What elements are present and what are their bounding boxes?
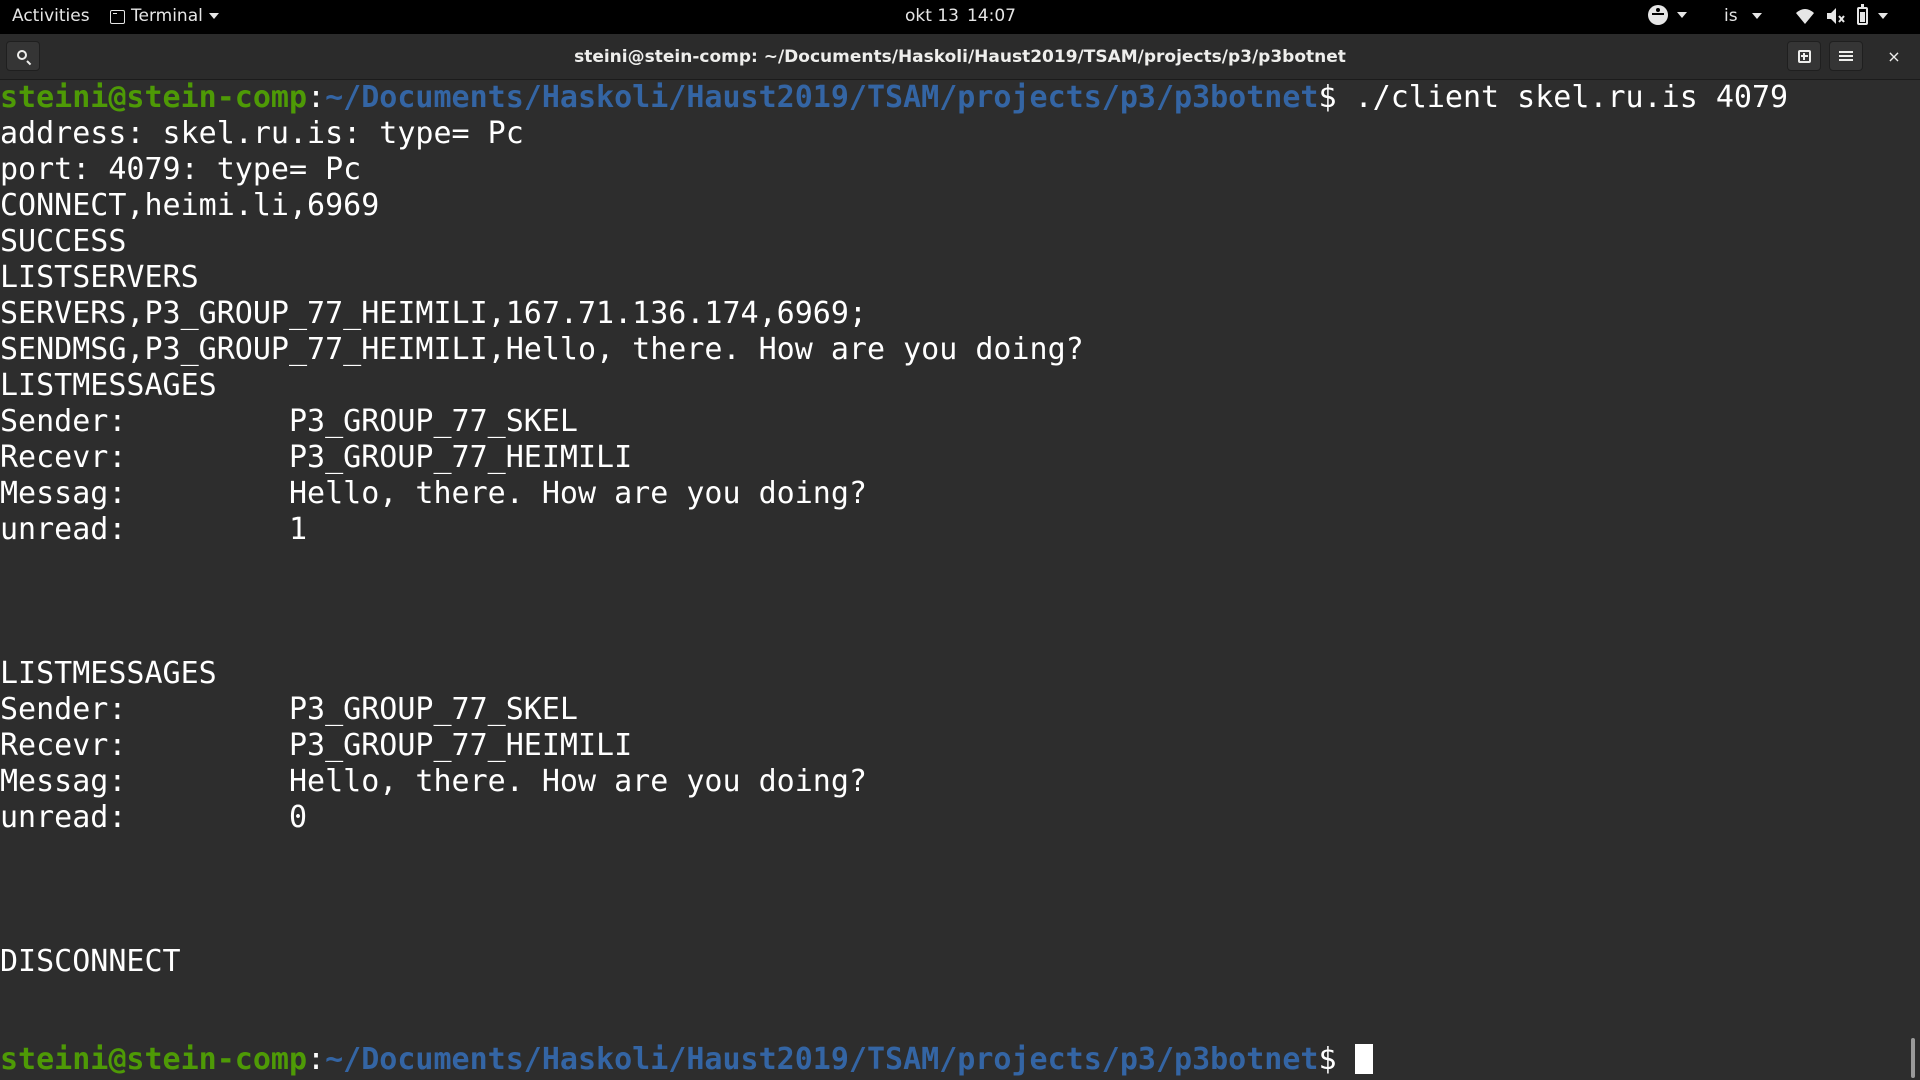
- prompt-user-host: steini@stein-comp: [0, 1042, 308, 1077]
- volume-muted-icon: [1827, 8, 1845, 24]
- chevron-down-icon: [208, 13, 219, 19]
- output-line: Recevr: P3_GROUP_77_HEIMILI: [0, 440, 633, 475]
- activities-button[interactable]: Activities: [12, 6, 90, 26]
- gnome-top-bar: Activities Terminal okt 13 14:07 is: [0, 0, 1920, 34]
- menu-button[interactable]: [1829, 41, 1863, 71]
- output-line: LISTMESSAGES: [0, 656, 217, 691]
- close-button[interactable]: ×: [1882, 46, 1906, 68]
- prompt-path: ~/Documents/Haskoli/Haust2019/TSAM/proje…: [325, 80, 1319, 115]
- date-label: okt 13: [905, 6, 959, 26]
- search-icon: [17, 50, 27, 60]
- search-button[interactable]: [6, 41, 40, 71]
- battery-icon: [1857, 4, 1868, 25]
- output-line: Sender: P3_GROUP_77_SKEL: [0, 404, 578, 439]
- hamburger-menu-icon: [1839, 51, 1853, 61]
- prompt-separator: :: [307, 80, 326, 115]
- new-tab-icon: [1797, 49, 1811, 63]
- input-source-label: is: [1724, 6, 1738, 26]
- output-line: unread: 0: [0, 800, 308, 835]
- output-line: unread: 1: [0, 512, 308, 547]
- output-line: SERVERS,P3_GROUP_77_HEIMILI,167.71.136.1…: [0, 296, 867, 331]
- text-cursor: [1354, 1044, 1373, 1074]
- output-line: SUCCESS: [0, 224, 127, 259]
- output-line: port: 4079: type= Pc: [0, 152, 362, 187]
- time-label: 14:07: [966, 6, 1016, 26]
- prompt-symbol: $: [1318, 80, 1355, 115]
- command-text: ./client skel.ru.is 4079: [1354, 80, 1789, 115]
- accessibility-icon: [1648, 5, 1668, 25]
- prompt-symbol: $: [1318, 1042, 1355, 1077]
- output-line: address: skel.ru.is: type= Pc: [0, 116, 524, 151]
- app-name-label: Terminal: [131, 6, 203, 26]
- chevron-down-icon: [1878, 13, 1888, 19]
- output-line: Messag: Hello, there. How are you doing?: [0, 764, 867, 799]
- input-source-menu[interactable]: is: [1724, 6, 1762, 26]
- prompt-line: steini@stein-comp:~/Documents/Haskoli/Ha…: [0, 80, 1788, 116]
- prompt-user-host: steini@stein-comp: [0, 80, 308, 115]
- terminal-header-bar: steini@stein-comp: ~/Documents/Haskoli/H…: [0, 34, 1920, 80]
- clock-button[interactable]: okt 13 14:07: [905, 6, 1016, 26]
- system-status-menu[interactable]: [1795, 4, 1888, 25]
- wifi-icon: [1796, 9, 1814, 24]
- output-line: Messag: Hello, there. How are you doing?: [0, 476, 867, 511]
- accessibility-menu[interactable]: [1648, 5, 1687, 25]
- scrollbar-thumb[interactable]: [1911, 1038, 1915, 1078]
- output-line: LISTMESSAGES: [0, 368, 217, 403]
- output-line: DISCONNECT: [0, 944, 181, 979]
- close-icon: ×: [1887, 47, 1901, 66]
- chevron-down-icon: [1677, 12, 1687, 18]
- output-line: LISTSERVERS: [0, 260, 199, 295]
- window-title: steini@stein-comp: ~/Documents/Haskoli/H…: [574, 47, 1346, 67]
- app-menu-button[interactable]: Terminal: [110, 6, 219, 26]
- prompt-line: steini@stein-comp:~/Documents/Haskoli/Ha…: [0, 1042, 1373, 1078]
- new-tab-button[interactable]: [1787, 41, 1821, 71]
- output-line: CONNECT,heimi.li,6969: [0, 188, 380, 223]
- prompt-path: ~/Documents/Haskoli/Haust2019/TSAM/proje…: [325, 1042, 1319, 1077]
- output-line: Recevr: P3_GROUP_77_HEIMILI: [0, 728, 633, 763]
- chevron-down-icon: [1751, 13, 1762, 19]
- prompt-separator: :: [307, 1042, 326, 1077]
- terminal-icon: [110, 9, 125, 24]
- terminal-view[interactable]: steini@stein-comp:~/Documents/Haskoli/Ha…: [0, 80, 1910, 1080]
- output-line: Sender: P3_GROUP_77_SKEL: [0, 692, 578, 727]
- output-line: SENDMSG,P3_GROUP_77_HEIMILI,Hello, there…: [0, 332, 1084, 367]
